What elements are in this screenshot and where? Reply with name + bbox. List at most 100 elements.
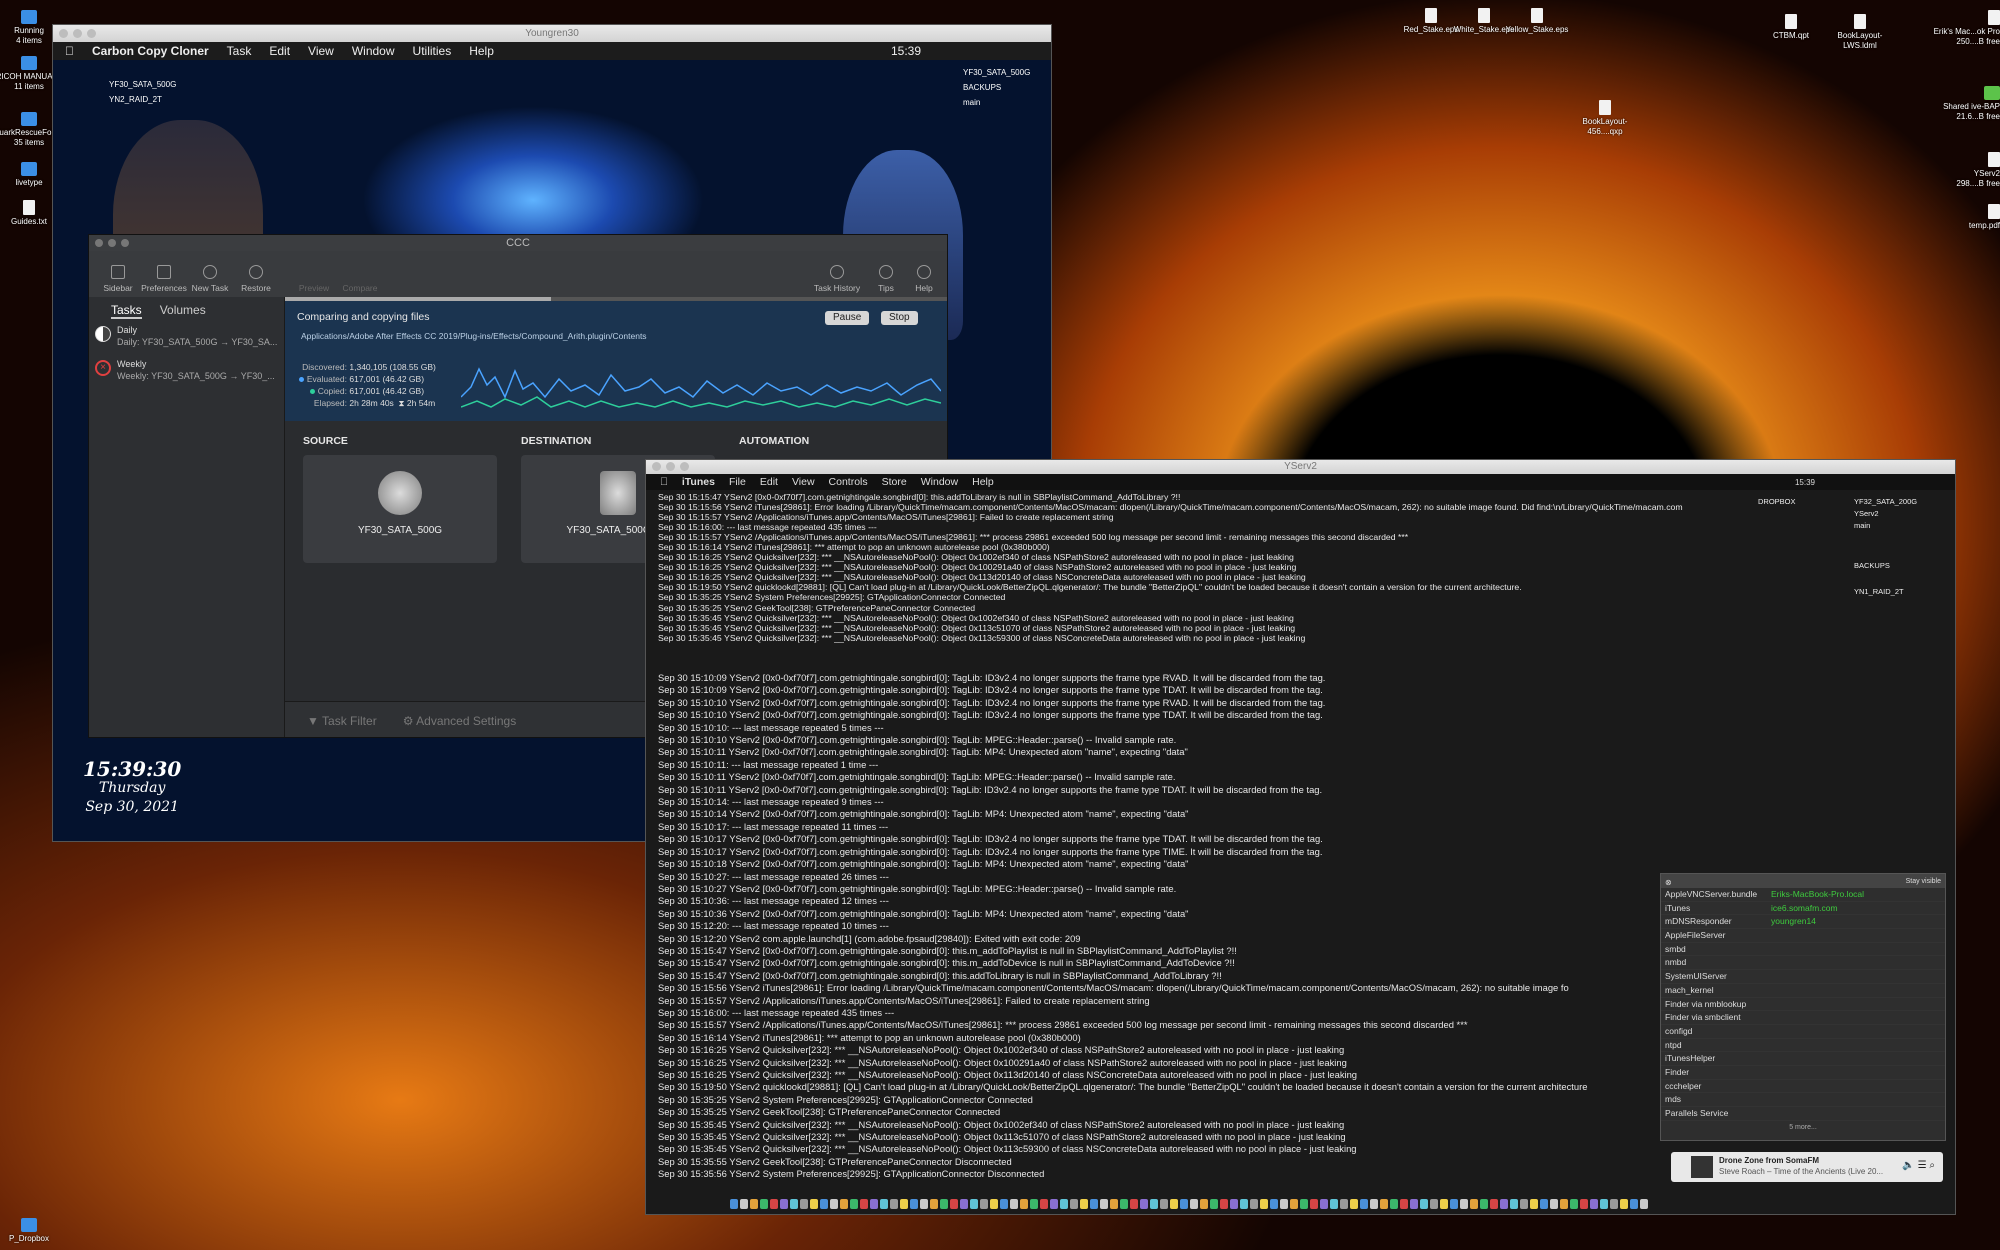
more-processes-link[interactable]: 5 more... [1661, 1121, 1945, 1135]
dock-app-icon[interactable] [860, 1199, 868, 1209]
dock-app-icon[interactable] [1190, 1199, 1198, 1209]
menu-edit[interactable]: Edit [269, 44, 290, 58]
volume-label[interactable]: YF30_SATA_500G [109, 77, 176, 92]
task-history-button[interactable]: Task History [809, 265, 865, 293]
process-row[interactable]: iTunes ice6.somafm.com [1661, 902, 1945, 916]
yserv-window[interactable]: YServ2  iTunes File Edit View Controls … [645, 459, 1956, 1215]
dock-app-icon[interactable] [840, 1199, 848, 1209]
dock-app-icon[interactable] [1640, 1199, 1648, 1209]
compare-button[interactable]: Compare [337, 283, 383, 293]
window-controls[interactable] [95, 239, 129, 247]
desktop-disk-macbook[interactable]: Erik's Mac...ok Pro 250....B free [1926, 10, 2000, 47]
dock-app-icon[interactable] [1220, 1199, 1228, 1209]
volume-label[interactable]: YF32_SATA_200G [1854, 496, 1917, 508]
window-controls[interactable] [652, 462, 689, 471]
dock-app-icon[interactable] [880, 1199, 888, 1209]
list-icon[interactable]: ☰ [1918, 1160, 1927, 1171]
dock-app-icon[interactable] [1270, 1199, 1278, 1209]
dock-app-icon[interactable] [1100, 1199, 1108, 1209]
dock-app-icon[interactable] [970, 1199, 978, 1209]
dock-app-icon[interactable] [1140, 1199, 1148, 1209]
dock-app-icon[interactable] [1070, 1199, 1078, 1209]
dock-app-icon[interactable] [1110, 1199, 1118, 1209]
menu-help[interactable]: Help [972, 476, 994, 488]
dock-app-icon[interactable] [1450, 1199, 1458, 1209]
menu-controls[interactable]: Controls [829, 476, 868, 488]
dock-app-icon[interactable] [870, 1199, 878, 1209]
dock-app-icon[interactable] [1160, 1199, 1168, 1209]
dock-app-icon[interactable] [1400, 1199, 1408, 1209]
process-row[interactable]: Finder via smbclient [1661, 1011, 1945, 1025]
dock-app-icon[interactable] [1080, 1199, 1088, 1209]
dock-app-icon[interactable] [1470, 1199, 1478, 1209]
dock-app-icon[interactable] [1340, 1199, 1348, 1209]
help-button[interactable]: Help [907, 265, 941, 293]
dock-app-icon[interactable] [770, 1199, 778, 1209]
dock-app-icon[interactable] [1540, 1199, 1548, 1209]
menu-view[interactable]: View [308, 44, 334, 58]
volume-label[interactable]: YN1_RAID_2T [1854, 586, 1917, 598]
sidebar-button[interactable]: Sidebar [95, 265, 141, 293]
dock-app-icon[interactable] [1290, 1199, 1298, 1209]
process-row[interactable]: mach_kernel [1661, 984, 1945, 998]
close-button[interactable] [652, 462, 661, 471]
task-daily[interactable]: Daily Daily: YF30_SATA_500G → YF30_SA... [89, 319, 284, 353]
dock-app-icon[interactable] [1040, 1199, 1048, 1209]
restore-button[interactable]: Restore [233, 265, 279, 293]
dock-app-icon[interactable] [1530, 1199, 1538, 1209]
zoom-button[interactable] [121, 239, 129, 247]
dock-app-icon[interactable] [1600, 1199, 1608, 1209]
preview-button[interactable]: Preview [291, 283, 337, 293]
menu-help[interactable]: Help [469, 44, 494, 58]
dock-app-icon[interactable] [1590, 1199, 1598, 1209]
dock-app-icon[interactable] [740, 1199, 748, 1209]
dock-app-icon[interactable] [890, 1199, 898, 1209]
dock-app-icon[interactable] [910, 1199, 918, 1209]
volume-icon[interactable]: 🔈 [1902, 1160, 1914, 1171]
dock-app-icon[interactable] [1360, 1199, 1368, 1209]
dock-app-icon[interactable] [1510, 1199, 1518, 1209]
stay-visible-checkbox[interactable]: Stay visible [1906, 875, 1941, 889]
close-button[interactable] [59, 29, 68, 38]
dock-app-icon[interactable] [960, 1199, 968, 1209]
dock-app-icon[interactable] [930, 1199, 938, 1209]
process-row[interactable]: mds [1661, 1093, 1945, 1107]
dock-app-icon[interactable] [1330, 1199, 1338, 1209]
youngren-titlebar[interactable]: Youngren30 [53, 25, 1051, 42]
dock-app-icon[interactable] [760, 1199, 768, 1209]
new-task-button[interactable]: New Task [187, 265, 233, 293]
dock-app-icon[interactable] [940, 1199, 948, 1209]
dock-app-icon[interactable] [790, 1199, 798, 1209]
dock-app-icon[interactable] [1350, 1199, 1358, 1209]
dock-app-icon[interactable] [1490, 1199, 1498, 1209]
task-filter-button[interactable]: ▼ Task Filter [307, 714, 377, 728]
dock-app-icon[interactable] [830, 1199, 838, 1209]
dock-app-icon[interactable] [1440, 1199, 1448, 1209]
menu-app-name[interactable]: iTunes [682, 476, 715, 488]
volume-label[interactable]: main [963, 95, 1030, 110]
process-row[interactable]: Finder via nmblookup [1661, 998, 1945, 1012]
zoom-button[interactable] [680, 462, 689, 471]
task-weekly[interactable]: × Weekly Weekly: YF30_SATA_500G → YF30_..… [89, 353, 284, 387]
desktop-file-booklayout-456[interactable]: BookLayout-456....qxp [1568, 100, 1642, 137]
dock-app-icon[interactable] [1320, 1199, 1328, 1209]
apple-menu-icon[interactable]:  [65, 44, 74, 58]
dock-app-icon[interactable] [780, 1199, 788, 1209]
desktop-disk-shared[interactable]: Shared ive-BAP 21.6...B free [1926, 86, 2000, 122]
desktop-file-yellow-stake[interactable]: Yellow_Stake.eps [1500, 8, 1574, 35]
menu-app-name[interactable]: Carbon Copy Cloner [92, 44, 209, 58]
dock-app-icon[interactable] [1500, 1199, 1508, 1209]
desktop-file-temp-pdf[interactable]: temp.pdf [1926, 204, 2000, 231]
dock-app-icon[interactable] [1000, 1199, 1008, 1209]
menu-utilities[interactable]: Utilities [413, 44, 452, 58]
dock-app-icon[interactable] [980, 1199, 988, 1209]
minimize-button[interactable] [666, 462, 675, 471]
volume-label[interactable]: main [1854, 520, 1917, 532]
dock-app-icon[interactable] [1200, 1199, 1208, 1209]
dock-app-icon[interactable] [1170, 1199, 1178, 1209]
volume-label[interactable]: BACKUPS [1854, 560, 1917, 572]
dock-app-icon[interactable] [1300, 1199, 1308, 1209]
volume-label[interactable]: YServ2 [1854, 508, 1917, 520]
desktop-file-ctbm[interactable]: CTBM.qpt [1754, 14, 1828, 41]
dock-app-icon[interactable] [1050, 1199, 1058, 1209]
